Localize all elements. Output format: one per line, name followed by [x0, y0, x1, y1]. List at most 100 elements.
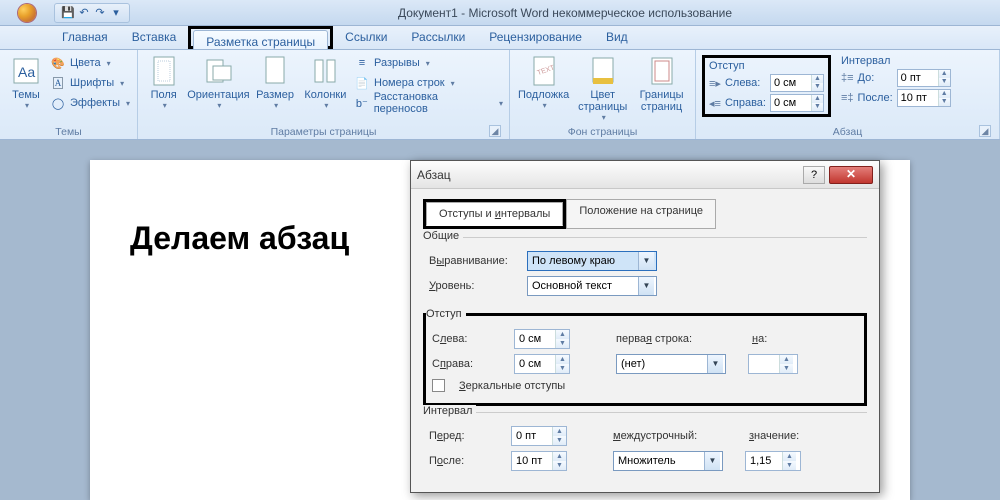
dlg-indent-left-spinner[interactable]: ▲▼: [514, 329, 570, 349]
tab-page-layout[interactable]: Разметка страницы: [193, 30, 328, 49]
line-numbers-button[interactable]: 📄Номера строк▾: [354, 73, 503, 93]
page-color-button[interactable]: Цвет страницы▾: [575, 53, 630, 124]
chevron-down-icon[interactable]: ▼: [812, 103, 823, 111]
legend-indent: Отступ: [426, 308, 466, 320]
tab-insert[interactable]: Вставка: [120, 26, 189, 49]
indent-heading: Отступ: [709, 60, 824, 72]
chevron-down-icon[interactable]: ▼: [553, 436, 566, 445]
spacing-before-icon: ‡≡: [841, 72, 854, 84]
mirror-checkbox[interactable]: [432, 379, 445, 392]
columns-button[interactable]: Колонки▾: [301, 53, 350, 112]
chevron-up-icon[interactable]: ▲: [556, 355, 569, 364]
spacing-before-label: До:: [858, 72, 893, 84]
title-bar: 💾 ↶ ↷ ▾ Документ1 - Microsoft Word неком…: [0, 0, 1000, 26]
svg-text:Aa: Aa: [18, 64, 35, 80]
theme-colors-button[interactable]: 🎨Цвета▾: [50, 53, 130, 73]
ribbon: Aa Темы▾ 🎨Цвета▾ AШрифты▾ ◯Эффекты▾ Темы…: [0, 50, 1000, 140]
borders-icon: [646, 55, 678, 87]
by-label: на:: [752, 333, 767, 345]
chevron-down-icon[interactable]: ▼: [556, 364, 569, 373]
spacing-heading: Интервал: [841, 55, 951, 67]
dialog-close-button[interactable]: ✕: [829, 166, 873, 184]
breaks-icon: ≡: [354, 55, 370, 71]
indent-right-label: Справа:: [725, 97, 766, 109]
watermark-button[interactable]: TEXTПодложка▾: [516, 53, 571, 112]
orientation-button[interactable]: Ориентация▾: [187, 53, 249, 112]
margins-button[interactable]: Поля▾: [144, 53, 183, 112]
line-numbers-icon: 📄: [354, 75, 370, 91]
page-setup-launcher[interactable]: ◢: [489, 125, 501, 137]
size-icon: [259, 55, 291, 87]
spacing-before-spinner[interactable]: ▲▼: [897, 69, 951, 87]
chevron-up-icon[interactable]: ▲: [556, 330, 569, 339]
tab-home[interactable]: Главная: [50, 26, 120, 49]
group-label-themes: Темы: [55, 125, 81, 138]
chevron-down-icon[interactable]: ▼: [783, 461, 796, 470]
chevron-up-icon[interactable]: ▲: [553, 427, 566, 436]
chevron-down-icon[interactable]: ▼: [553, 461, 566, 470]
dialog-tab-indents[interactable]: Отступы и интервалы: [426, 202, 563, 226]
spacing-after-spinner[interactable]: ▲▼: [897, 89, 951, 107]
chevron-down-icon[interactable]: ▼: [638, 277, 654, 295]
group-label-paragraph: Абзац: [833, 125, 862, 138]
save-icon[interactable]: 💾: [61, 6, 75, 20]
dialog-help-button[interactable]: ?: [803, 166, 825, 184]
chevron-up-icon[interactable]: ▲: [939, 70, 950, 78]
chevron-up-icon[interactable]: ▲: [939, 90, 950, 98]
office-button[interactable]: [4, 2, 50, 24]
chevron-up-icon[interactable]: ▲: [780, 355, 793, 364]
theme-effects-button[interactable]: ◯Эффекты▾: [50, 93, 130, 113]
dialog-titlebar[interactable]: Абзац ? ✕: [411, 161, 879, 189]
hyphenation-button[interactable]: b⁻Расстановка переносов▾: [354, 93, 503, 113]
first-line-combo[interactable]: ▼: [616, 354, 726, 374]
themes-button[interactable]: Aa Темы▾: [6, 53, 46, 112]
watermark-icon: TEXT: [528, 55, 560, 87]
undo-icon[interactable]: ↶: [77, 6, 91, 20]
line-spacing-label: междустрочный:: [613, 430, 713, 442]
dlg-after-spinner[interactable]: ▲▼: [511, 451, 567, 471]
group-label-page-bg: Фон страницы: [568, 125, 638, 138]
page-borders-button[interactable]: Границы страниц: [634, 53, 689, 115]
hyphenation-icon: b⁻: [354, 95, 370, 111]
chevron-down-icon[interactable]: ▼: [812, 83, 823, 91]
at-spinner[interactable]: ▲▼: [745, 451, 801, 471]
tab-references[interactable]: Ссылки: [333, 26, 399, 49]
chevron-down-icon[interactable]: ▼: [939, 98, 950, 106]
dlg-indent-right-spinner[interactable]: ▲▼: [514, 354, 570, 374]
breaks-button[interactable]: ≡Разрывы▾: [354, 53, 503, 73]
redo-icon[interactable]: ↷: [93, 6, 107, 20]
by-spinner[interactable]: ▲▼: [748, 354, 798, 374]
group-page-bg: TEXTПодложка▾ Цвет страницы▾ Границы стр…: [510, 50, 696, 139]
align-combo[interactable]: ▼: [527, 251, 657, 271]
chevron-down-icon[interactable]: ▼: [780, 364, 793, 373]
indent-left-spinner[interactable]: ▲▼: [770, 74, 824, 92]
chevron-up-icon[interactable]: ▲: [553, 452, 566, 461]
chevron-down-icon[interactable]: ▼: [704, 452, 720, 470]
chevron-up-icon[interactable]: ▲: [812, 95, 823, 103]
level-combo[interactable]: ▼: [527, 276, 657, 296]
chevron-down-icon[interactable]: ▼: [939, 78, 950, 86]
tab-review[interactable]: Рецензирование: [477, 26, 594, 49]
line-spacing-combo[interactable]: ▼: [613, 451, 723, 471]
theme-fonts-button[interactable]: AШрифты▾: [50, 73, 130, 93]
highlight-pagelayout-tab: Разметка страницы: [188, 26, 333, 49]
group-page-setup: Поля▾ Ориентация▾ Размер▾ Колонки▾ ≡Разр…: [138, 50, 510, 139]
chevron-down-icon[interactable]: ▼: [707, 355, 723, 373]
paragraph-launcher[interactable]: ◢: [979, 125, 991, 137]
chevron-up-icon[interactable]: ▲: [812, 75, 823, 83]
dialog-tabs: Отступы и интервалы Положение на страниц…: [423, 199, 867, 229]
chevron-down-icon[interactable]: ▼: [638, 252, 654, 270]
qat-dropdown-icon[interactable]: ▾: [109, 6, 123, 20]
colors-icon: 🎨: [50, 55, 66, 71]
dlg-before-spinner[interactable]: ▲▼: [511, 426, 567, 446]
chevron-up-icon[interactable]: ▲: [783, 452, 796, 461]
tab-mailings[interactable]: Рассылки: [399, 26, 477, 49]
margins-icon: [148, 55, 180, 87]
dialog-tab-position[interactable]: Положение на странице: [566, 199, 716, 229]
tab-view[interactable]: Вид: [594, 26, 640, 49]
size-button[interactable]: Размер▾: [253, 53, 296, 112]
indent-left-icon: ≡▸: [709, 77, 721, 90]
fonts-icon: A: [50, 75, 66, 91]
indent-right-spinner[interactable]: ▲▼: [770, 94, 824, 112]
chevron-down-icon[interactable]: ▼: [556, 339, 569, 348]
